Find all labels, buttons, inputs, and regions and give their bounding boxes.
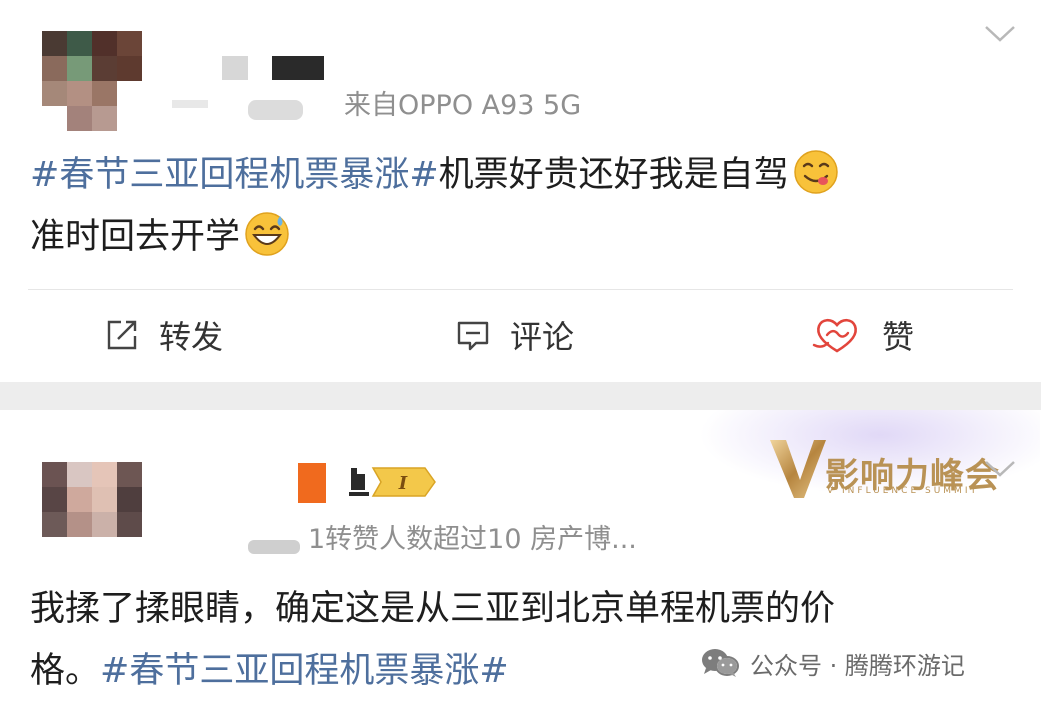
topic-hashtag-link[interactable]: #春节三亚回程机票暴涨#: [100, 651, 509, 691]
repost-label: 转发: [159, 318, 224, 356]
topic-hashtag-link[interactable]: #春节三亚回程机票暴涨#: [30, 155, 439, 195]
post-content-line1: #春节三亚回程机票暴涨#机票好贵还好我是自驾: [30, 144, 839, 206]
post-content: 我揉了揉眼睛，确定这是从三亚到北京单程机票的价 格。#春节三亚回程机票暴涨#: [30, 578, 835, 702]
post-meta-info: 1转赞人数超过10 房产博...: [308, 524, 637, 555]
user-avatar-blurred[interactable]: [42, 462, 142, 562]
post-content-line2: 准时回去开学: [30, 206, 839, 268]
post-content-line1: 我揉了揉眼睛，确定这是从三亚到北京单程机票的价: [30, 589, 836, 629]
post-separator: [0, 382, 1041, 410]
username-blurred: [272, 56, 324, 80]
like-heart-icon: [812, 318, 858, 353]
post-text: 机票好贵还好我是自驾: [438, 155, 789, 195]
username-blurred: [248, 100, 303, 120]
username-blurred[interactable]: [298, 463, 326, 503]
wechat-icon: [702, 649, 739, 677]
username-blurred: [248, 540, 300, 554]
post-text: 准时回去开学: [30, 217, 241, 257]
watermark-text: 公众号 · 腾腾环游记: [750, 651, 965, 680]
comment-label: 评论: [510, 318, 575, 356]
member-level-badge-text: I: [398, 473, 408, 494]
weibo-post-1: 来自OPPO A93 5G #春节三亚回程机票暴涨#机票好贵还好我是自驾 准时回…: [0, 0, 1041, 382]
username-blurred[interactable]: [222, 56, 248, 80]
yummy-face-emoji-icon: [793, 150, 838, 194]
user-avatar-blurred[interactable]: [42, 31, 142, 131]
member-level-badge-icon: I: [349, 467, 436, 497]
wechat-watermark: 公众号 · 腾腾环游记: [700, 645, 965, 681]
repost-icon: [107, 320, 137, 350]
post-text: 格。: [30, 651, 101, 691]
grin-sweat-emoji-icon: [245, 212, 289, 256]
post-source-device: 来自OPPO A93 5G: [344, 90, 582, 121]
post-content: #春节三亚回程机票暴涨#机票好贵还好我是自驾 准时回去开学: [30, 144, 839, 268]
repost-button[interactable]: 转发: [105, 310, 223, 360]
like-label: 赞: [882, 318, 915, 356]
chevron-down-icon[interactable]: [984, 24, 1016, 44]
like-button[interactable]: 赞: [812, 310, 914, 360]
username-blurred: [172, 100, 208, 108]
comment-button[interactable]: 评论: [456, 310, 574, 360]
post-divider: [28, 289, 1013, 290]
comment-icon: [457, 321, 489, 351]
chevron-down-icon[interactable]: [984, 459, 1016, 479]
